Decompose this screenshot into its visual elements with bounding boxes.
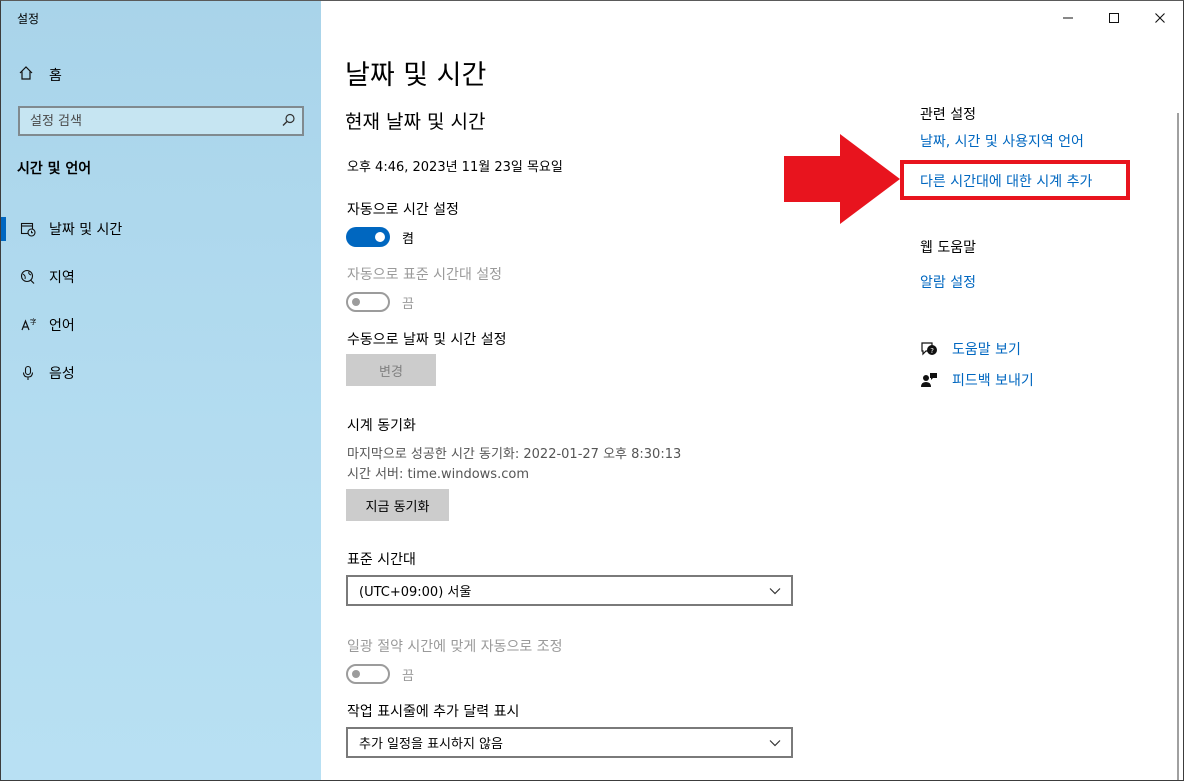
home-label: 홈 bbox=[49, 68, 62, 84]
nav-list: 날짜 및 시간 지역 字 언어 음성 bbox=[1, 205, 321, 397]
sidebar-item-speech[interactable]: 음성 bbox=[1, 349, 321, 397]
red-arrow-annotation bbox=[784, 134, 900, 224]
get-help-label: 도움말 보기 bbox=[952, 342, 1021, 358]
app-title: 설정 bbox=[17, 12, 40, 26]
globe-icon bbox=[19, 268, 37, 286]
clock-sync-label: 시계 동기화 bbox=[347, 418, 416, 434]
current-datetime: 오후 4:46, 2023년 11월 23일 목요일 bbox=[347, 160, 563, 175]
svg-text:?: ? bbox=[930, 347, 934, 355]
time-server-text: 시간 서버: time.windows.com bbox=[347, 467, 529, 482]
chevron-down-icon bbox=[769, 584, 781, 598]
scrollbar[interactable] bbox=[1177, 113, 1179, 780]
sync-now-button[interactable]: 지금 동기화 bbox=[346, 489, 449, 521]
auto-time-toggle[interactable] bbox=[346, 227, 390, 247]
region-language-link[interactable]: 날짜, 시간 및 사용지역 언어 bbox=[920, 131, 1084, 151]
svg-text:字: 字 bbox=[30, 317, 36, 326]
section-subtitle: 현재 날짜 및 시간 bbox=[345, 111, 486, 133]
auto-timezone-state: 끔 bbox=[402, 296, 414, 312]
change-button[interactable]: 변경 bbox=[346, 354, 436, 386]
web-help-header: 웹 도움말 bbox=[920, 240, 976, 256]
sidebar: 설정 홈 시간 및 언어 날짜 및 시간 bbox=[1, 1, 321, 780]
home-nav-item[interactable]: 홈 bbox=[17, 63, 62, 87]
highlight-box bbox=[900, 160, 1130, 200]
dst-state: 끔 bbox=[402, 668, 414, 684]
timezone-label: 표준 시간대 bbox=[347, 552, 416, 568]
section-header: 시간 및 언어 bbox=[17, 161, 92, 177]
timezone-dropdown[interactable]: (UTC+09:00) 서울 bbox=[346, 575, 793, 606]
home-icon bbox=[17, 65, 35, 85]
dst-label: 일광 절약 시간에 맞게 자동으로 조정 bbox=[347, 639, 563, 655]
related-settings-header: 관련 설정 bbox=[920, 107, 976, 123]
sidebar-item-label: 언어 bbox=[49, 318, 75, 334]
auto-time-state: 켬 bbox=[402, 231, 414, 247]
auto-time-label: 자동으로 시간 설정 bbox=[347, 202, 459, 218]
help-chat-icon: ? bbox=[920, 341, 938, 357]
last-sync-text: 마지막으로 성공한 시간 동기화: 2022-01-27 오후 8:30:13 bbox=[347, 447, 682, 462]
sidebar-item-region[interactable]: 지역 bbox=[1, 253, 321, 301]
search-icon[interactable] bbox=[276, 112, 302, 131]
search-input[interactable] bbox=[20, 112, 276, 130]
sidebar-item-label: 지역 bbox=[49, 270, 75, 286]
manual-time-label: 수동으로 날짜 및 시간 설정 bbox=[347, 332, 507, 348]
send-feedback-label: 피드백 보내기 bbox=[952, 373, 1034, 389]
settings-search[interactable] bbox=[18, 106, 304, 136]
main-content: 날짜 및 시간 현재 날짜 및 시간 오후 4:46, 2023년 11월 23… bbox=[321, 1, 1183, 780]
sidebar-item-date-time[interactable]: 날짜 및 시간 bbox=[1, 205, 321, 253]
calendar-clock-icon bbox=[19, 220, 37, 238]
auto-time-toggle-row: 켬 bbox=[346, 227, 414, 247]
calendar-dropdown[interactable]: 추가 일정을 표시하지 않음 bbox=[346, 727, 793, 758]
auto-timezone-toggle-row: 끔 bbox=[346, 292, 414, 312]
alarm-settings-link[interactable]: 알람 설정 bbox=[920, 272, 976, 292]
page-title: 날짜 및 시간 bbox=[345, 60, 487, 91]
sidebar-item-label: 음성 bbox=[49, 366, 75, 382]
settings-window: 설정 홈 시간 및 언어 날짜 및 시간 bbox=[0, 0, 1184, 781]
microphone-icon bbox=[19, 364, 37, 382]
calendar-label: 작업 표시줄에 추가 달력 표시 bbox=[347, 704, 520, 720]
send-feedback-link[interactable]: 피드백 보내기 bbox=[920, 370, 1034, 390]
timezone-value: (UTC+09:00) 서울 bbox=[359, 585, 472, 600]
get-help-link[interactable]: ? 도움말 보기 bbox=[920, 339, 1021, 359]
sidebar-item-label: 날짜 및 시간 bbox=[49, 222, 123, 238]
calendar-value: 추가 일정을 표시하지 않음 bbox=[359, 737, 503, 752]
feedback-person-icon bbox=[920, 372, 938, 388]
auto-timezone-label: 자동으로 표준 시간대 설정 bbox=[347, 267, 503, 283]
auto-timezone-toggle[interactable] bbox=[346, 292, 390, 312]
sidebar-item-language[interactable]: 字 언어 bbox=[1, 301, 321, 349]
dst-toggle-row: 끔 bbox=[346, 664, 414, 684]
chevron-down-icon bbox=[769, 736, 781, 750]
language-icon: 字 bbox=[19, 316, 37, 334]
dst-toggle[interactable] bbox=[346, 664, 390, 684]
